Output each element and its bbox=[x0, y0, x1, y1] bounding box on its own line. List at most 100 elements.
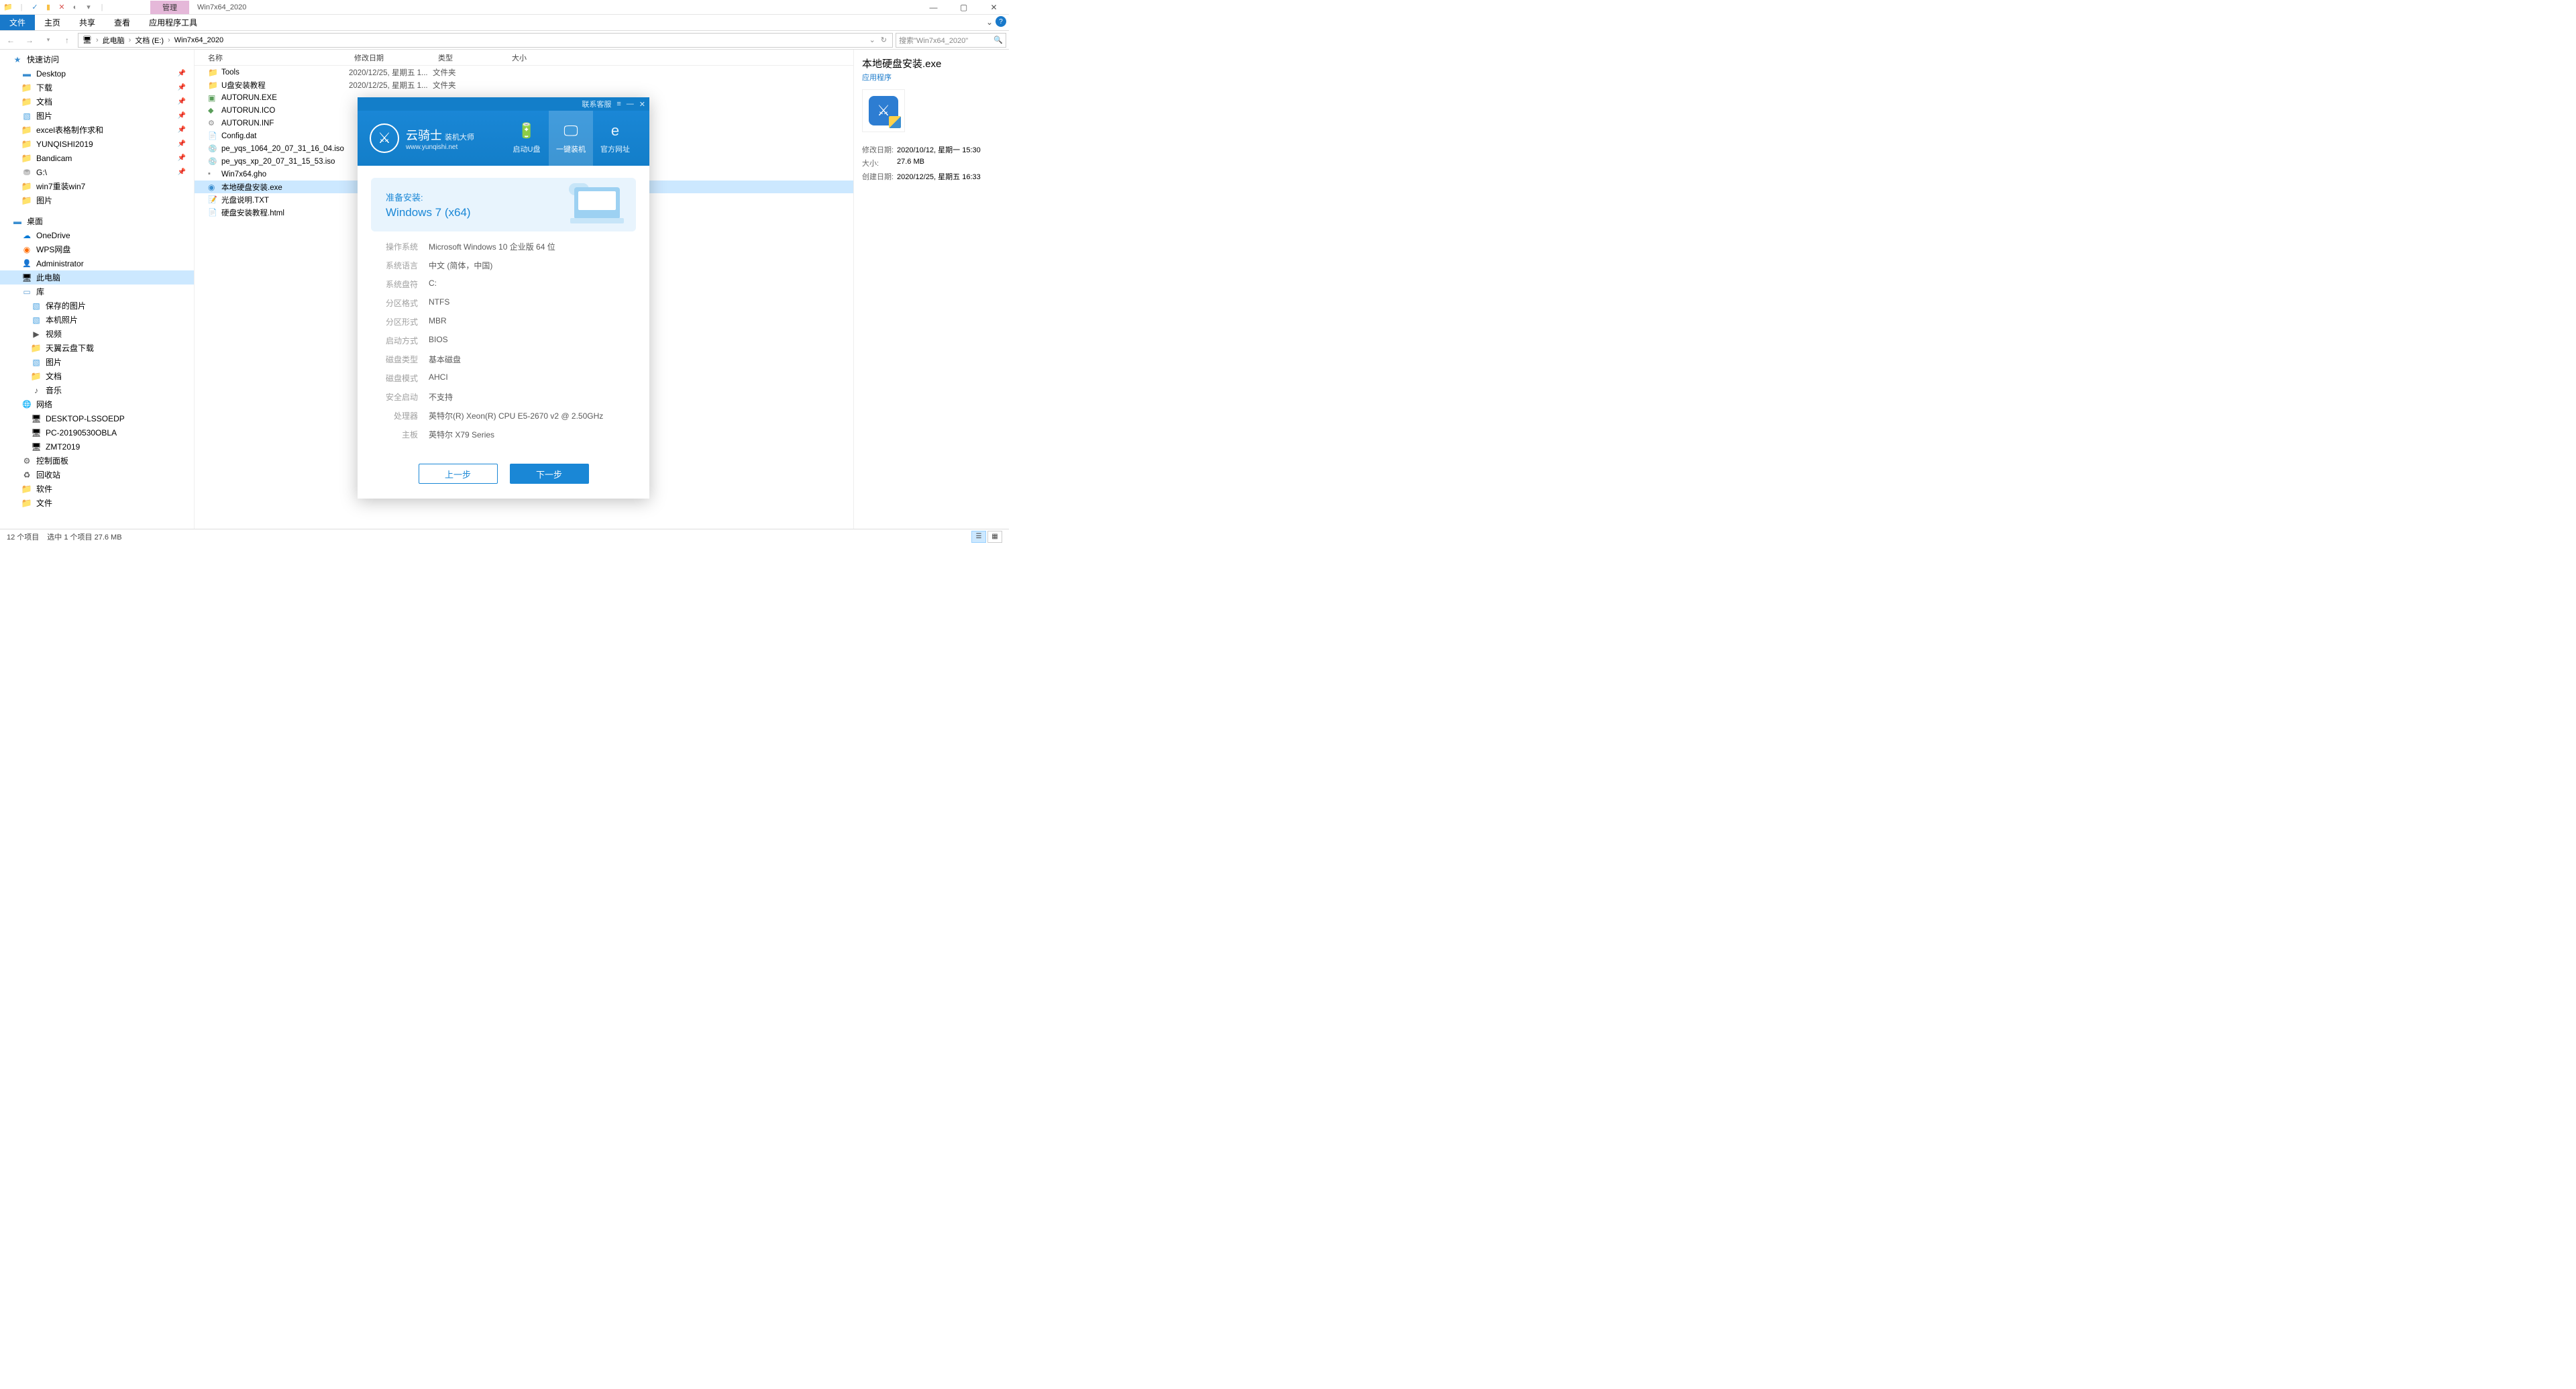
chevron-right-icon[interactable]: › bbox=[95, 36, 100, 44]
column-date[interactable]: 修改日期 bbox=[349, 50, 433, 65]
installer-tab[interactable]: 🖵一键装机 bbox=[549, 111, 593, 166]
nav-network[interactable]: 网络 bbox=[0, 397, 194, 411]
nav-desktop-root[interactable]: 桌面 bbox=[0, 214, 194, 228]
nav-downloads[interactable]: 下载📌 bbox=[0, 81, 194, 95]
chevron-right-icon[interactable]: › bbox=[127, 36, 133, 44]
qat-delete-icon[interactable]: ✕ bbox=[56, 2, 67, 13]
breadcrumb-segment[interactable]: Win7x64_2020 bbox=[173, 36, 225, 44]
installer-dialog: 联系客服 ≡ — ✕ ⚔ 云骑士装机大师 www.yunqishi.net 🔋启… bbox=[358, 97, 649, 499]
nav-onedrive[interactable]: OneDrive bbox=[0, 228, 194, 242]
view-icons-button[interactable]: ▦ bbox=[987, 531, 1002, 543]
qat-check-icon[interactable]: ✓ bbox=[30, 2, 40, 13]
info-label: 分区形式 bbox=[378, 316, 418, 327]
nav-forward-button[interactable]: → bbox=[21, 32, 38, 48]
picture-icon bbox=[21, 111, 32, 121]
nav-videos[interactable]: 视频 bbox=[0, 327, 194, 341]
wps-icon bbox=[21, 244, 32, 255]
nav-gdrive[interactable]: G:\📌 bbox=[0, 165, 194, 179]
nav-pc2[interactable]: PC-20190530OBLA bbox=[0, 425, 194, 440]
pc-icon bbox=[21, 272, 32, 283]
minimize-button[interactable]: — bbox=[918, 0, 949, 15]
nav-back-button[interactable]: ← bbox=[3, 32, 19, 48]
search-input[interactable]: 搜索"Win7x64_2020" 🔍 bbox=[896, 33, 1006, 48]
file-row[interactable]: Tools2020/12/25, 星期五 1...文件夹 bbox=[195, 66, 853, 79]
qat-props-icon[interactable]: ◐ bbox=[70, 2, 80, 13]
view-details-button[interactable]: ☰ bbox=[971, 531, 986, 543]
qat-dropdown-icon[interactable]: ▾ bbox=[83, 2, 94, 13]
address-bar: ← → ▾ ↑ 🖥 › 此电脑 › 文档 (E:) › Win7x64_2020… bbox=[0, 31, 1009, 50]
gho-icon bbox=[208, 170, 217, 179]
nav-desktop[interactable]: Desktop📌 bbox=[0, 66, 194, 81]
nav-wps[interactable]: WPS网盘 bbox=[0, 242, 194, 256]
nav-win7reinstall[interactable]: win7重装win7 bbox=[0, 179, 194, 193]
ribbon-tab-share[interactable]: 共享 bbox=[70, 15, 105, 30]
pc-icon: 🖥 bbox=[81, 36, 93, 44]
nav-pictures[interactable]: 图片📌 bbox=[0, 109, 194, 123]
column-name[interactable]: 名称 bbox=[195, 50, 349, 65]
tab-icon: 🔋 bbox=[517, 122, 535, 140]
qat-folder-icon[interactable]: ▮ bbox=[43, 2, 54, 13]
ribbon-tab-apptools[interactable]: 应用程序工具 bbox=[140, 15, 207, 30]
nav-lib-music[interactable]: 音乐 bbox=[0, 383, 194, 397]
nav-documents[interactable]: 文档📌 bbox=[0, 95, 194, 109]
ribbon-tab-home[interactable]: 主页 bbox=[35, 15, 70, 30]
folder-icon bbox=[21, 139, 32, 150]
nav-software[interactable]: 软件 bbox=[0, 482, 194, 496]
chevron-right-icon[interactable]: › bbox=[166, 36, 172, 44]
pin-icon: 📌 bbox=[178, 112, 186, 119]
nav-recent-button[interactable]: ▾ bbox=[40, 32, 56, 48]
ribbon-collapse-icon[interactable]: ⌄ bbox=[986, 17, 993, 27]
nav-lib-pictures[interactable]: 图片 bbox=[0, 355, 194, 369]
column-type[interactable]: 类型 bbox=[433, 50, 506, 65]
nav-lib-docs[interactable]: 文档 bbox=[0, 369, 194, 383]
breadcrumb-segment[interactable]: 此电脑 bbox=[101, 35, 126, 46]
breadcrumb-segment[interactable]: 文档 (E:) bbox=[133, 35, 165, 46]
column-size[interactable]: 大小 bbox=[506, 50, 574, 65]
installer-close-button[interactable]: ✕ bbox=[639, 100, 645, 109]
nav-up-button[interactable]: ↑ bbox=[59, 32, 75, 48]
nav-pictures2[interactable]: 图片 bbox=[0, 193, 194, 207]
installer-contact-link[interactable]: 联系客服 bbox=[582, 99, 611, 109]
nav-libraries[interactable]: 库 bbox=[0, 285, 194, 299]
nav-excel-folder[interactable]: excel表格制作求和📌 bbox=[0, 123, 194, 137]
installer-menu-button[interactable]: ≡ bbox=[616, 100, 621, 108]
installer-tab[interactable]: 🔋启动U盘 bbox=[504, 111, 549, 166]
maximize-button[interactable]: ▢ bbox=[949, 0, 979, 15]
info-value: 英特尔(R) Xeon(R) CPU E5-2670 v2 @ 2.50GHz bbox=[429, 410, 603, 421]
file-name: 硬盘安装教程.html bbox=[221, 207, 284, 218]
refresh-icon[interactable]: ↻ bbox=[878, 36, 890, 44]
contextual-tab-manage[interactable]: 管理 bbox=[150, 1, 189, 14]
installer-minimize-button[interactable]: — bbox=[627, 100, 634, 108]
breadcrumb[interactable]: 🖥 › 此电脑 › 文档 (E:) › Win7x64_2020 ⌄ ↻ bbox=[78, 33, 893, 48]
nav-bandicam[interactable]: Bandicam📌 bbox=[0, 151, 194, 165]
tab-label: 官方网址 bbox=[600, 144, 630, 154]
nav-admin[interactable]: Administrator bbox=[0, 256, 194, 270]
close-button[interactable]: ✕ bbox=[979, 0, 1009, 15]
nav-saved-pictures[interactable]: 保存的图片 bbox=[0, 299, 194, 313]
nav-this-pc[interactable]: 此电脑 bbox=[0, 270, 194, 285]
ribbon-tab-file[interactable]: 文件 bbox=[0, 15, 35, 30]
info-value: 基本磁盘 bbox=[429, 354, 461, 365]
folder-icon bbox=[31, 371, 42, 382]
nav-pc3[interactable]: ZMT2019 bbox=[0, 440, 194, 454]
nav-quick-access[interactable]: 快速访问 bbox=[0, 52, 194, 66]
breadcrumb-dropdown-icon[interactable]: ⌄ bbox=[868, 36, 877, 44]
prev-button[interactable]: 上一步 bbox=[419, 464, 498, 484]
installer-tab[interactable]: e官方网址 bbox=[593, 111, 637, 166]
nav-pc1[interactable]: DESKTOP-LSSOEDP bbox=[0, 411, 194, 425]
ribbon-tab-view[interactable]: 查看 bbox=[105, 15, 140, 30]
nav-recycle-bin[interactable]: 回收站 bbox=[0, 468, 194, 482]
file-name: Config.dat bbox=[221, 132, 256, 140]
nav-tianyi[interactable]: 天翼云盘下载 bbox=[0, 341, 194, 355]
nav-camera-roll[interactable]: 本机照片 bbox=[0, 313, 194, 327]
help-icon[interactable]: ? bbox=[996, 16, 1006, 27]
window-titlebar: 📁 | ✓ ▮ ✕ ◐ ▾ | 管理 Win7x64_2020 — ▢ ✕ bbox=[0, 0, 1009, 15]
search-icon[interactable]: 🔍 bbox=[994, 36, 1003, 44]
pin-icon: 📌 bbox=[178, 126, 186, 134]
nav-yunqishi[interactable]: YUNQISHI2019📌 bbox=[0, 137, 194, 151]
next-button[interactable]: 下一步 bbox=[510, 464, 589, 484]
nav-files[interactable]: 文件 bbox=[0, 496, 194, 510]
nav-control-panel[interactable]: 控制面板 bbox=[0, 454, 194, 468]
file-row[interactable]: U盘安装教程2020/12/25, 星期五 1...文件夹 bbox=[195, 79, 853, 91]
info-label: 分区格式 bbox=[378, 297, 418, 309]
